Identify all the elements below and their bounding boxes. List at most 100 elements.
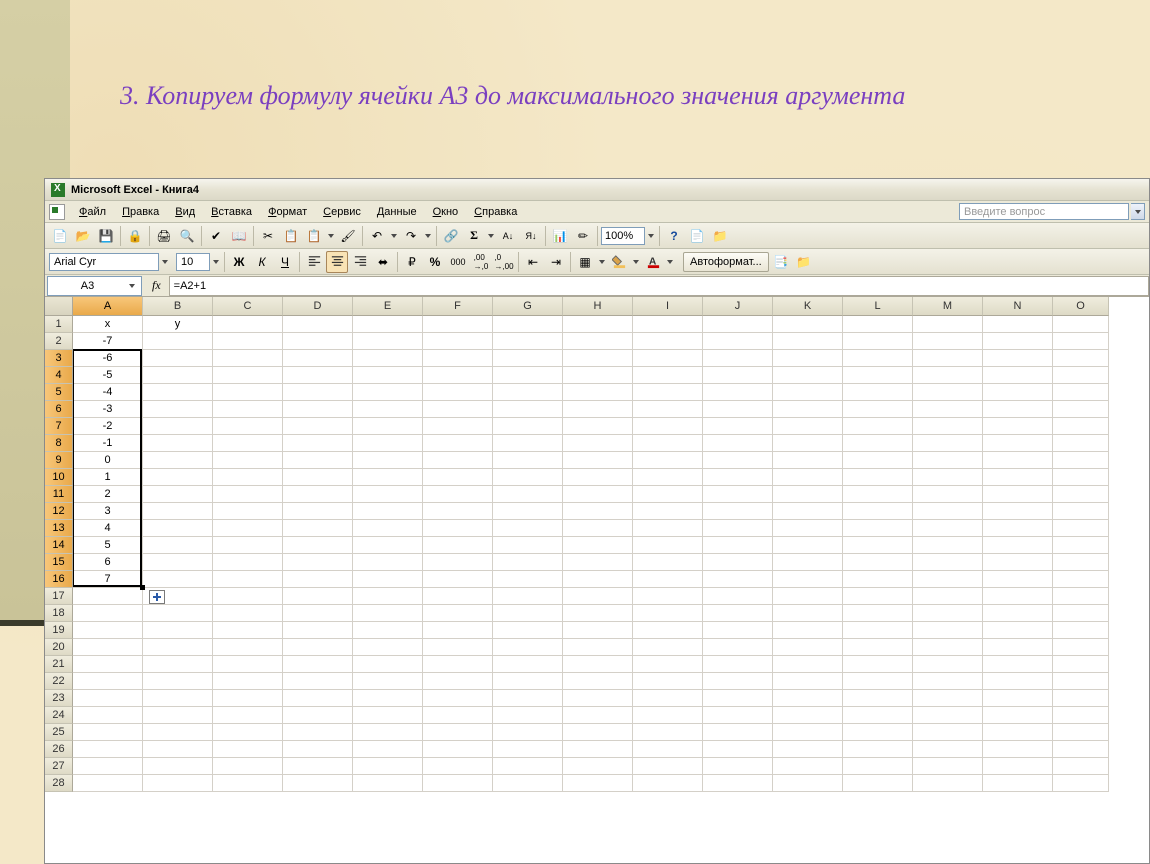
cell-N4[interactable] (983, 367, 1053, 384)
cell-A28[interactable] (73, 775, 143, 792)
cell-J3[interactable] (703, 350, 773, 367)
cell-G6[interactable] (493, 401, 563, 418)
autofill-options-icon[interactable] (149, 590, 165, 604)
cell-A15[interactable]: 6 (73, 554, 143, 571)
col-header-L[interactable]: L (843, 297, 913, 316)
cell-J1[interactable] (703, 316, 773, 333)
menu-формат[interactable]: Формат (260, 204, 315, 220)
row-header-26[interactable]: 26 (45, 741, 73, 758)
cell-A19[interactable] (73, 622, 143, 639)
cell-D20[interactable] (283, 639, 353, 656)
cell-I3[interactable] (633, 350, 703, 367)
cell-I4[interactable] (633, 367, 703, 384)
cell-E27[interactable] (353, 758, 423, 775)
cell-M25[interactable] (913, 724, 983, 741)
row-header-12[interactable]: 12 (45, 503, 73, 520)
help-button[interactable]: ? (663, 225, 685, 247)
cell-I28[interactable] (633, 775, 703, 792)
cell-M15[interactable] (913, 554, 983, 571)
cell-I17[interactable] (633, 588, 703, 605)
cell-O9[interactable] (1053, 452, 1109, 469)
cell-D28[interactable] (283, 775, 353, 792)
cell-F6[interactable] (423, 401, 493, 418)
preview-button[interactable]: 🔍 (176, 225, 198, 247)
cell-N19[interactable] (983, 622, 1053, 639)
cell-I18[interactable] (633, 605, 703, 622)
cell-D8[interactable] (283, 435, 353, 452)
cell-J21[interactable] (703, 656, 773, 673)
cell-F28[interactable] (423, 775, 493, 792)
menu-правка[interactable]: Правка (114, 204, 167, 220)
cell-O25[interactable] (1053, 724, 1109, 741)
cell-G27[interactable] (493, 758, 563, 775)
row-header-25[interactable]: 25 (45, 724, 73, 741)
underline-button[interactable]: Ч (274, 251, 296, 273)
row-header-23[interactable]: 23 (45, 690, 73, 707)
autoformat-button[interactable]: Автоформат... (683, 252, 769, 272)
cell-B26[interactable] (143, 741, 213, 758)
cell-O23[interactable] (1053, 690, 1109, 707)
cell-D6[interactable] (283, 401, 353, 418)
cell-B28[interactable] (143, 775, 213, 792)
cell-F1[interactable] (423, 316, 493, 333)
cell-M24[interactable] (913, 707, 983, 724)
cell-F14[interactable] (423, 537, 493, 554)
cell-C2[interactable] (213, 333, 283, 350)
cell-J15[interactable] (703, 554, 773, 571)
open-button[interactable]: 📂 (72, 225, 94, 247)
help-search-dropdown[interactable] (1131, 203, 1145, 220)
cell-O16[interactable] (1053, 571, 1109, 588)
cell-E26[interactable] (353, 741, 423, 758)
format-painter-button[interactable]: 🖌 (337, 225, 359, 247)
cell-G16[interactable] (493, 571, 563, 588)
cell-C10[interactable] (213, 469, 283, 486)
cell-N28[interactable] (983, 775, 1053, 792)
cell-O7[interactable] (1053, 418, 1109, 435)
cell-E16[interactable] (353, 571, 423, 588)
copy-button[interactable]: 📋 (280, 225, 302, 247)
cell-D3[interactable] (283, 350, 353, 367)
cell-B10[interactable] (143, 469, 213, 486)
col-header-E[interactable]: E (353, 297, 423, 316)
cell-O10[interactable] (1053, 469, 1109, 486)
folder-button[interactable]: 📁 (709, 225, 731, 247)
cell-D1[interactable] (283, 316, 353, 333)
col-header-F[interactable]: F (423, 297, 493, 316)
cell-H16[interactable] (563, 571, 633, 588)
cell-E19[interactable] (353, 622, 423, 639)
cell-F25[interactable] (423, 724, 493, 741)
align-center-button[interactable] (326, 251, 348, 273)
cell-G12[interactable] (493, 503, 563, 520)
cell-J16[interactable] (703, 571, 773, 588)
cell-C13[interactable] (213, 520, 283, 537)
cell-E28[interactable] (353, 775, 423, 792)
row-header-2[interactable]: 2 (45, 333, 73, 350)
cell-L28[interactable] (843, 775, 913, 792)
undo-dropdown[interactable] (389, 234, 399, 238)
cell-M11[interactable] (913, 486, 983, 503)
menu-справка[interactable]: Справка (466, 204, 525, 220)
cell-D11[interactable] (283, 486, 353, 503)
cell-M3[interactable] (913, 350, 983, 367)
cell-M20[interactable] (913, 639, 983, 656)
cell-A16[interactable]: 7 (73, 571, 143, 588)
cell-B24[interactable] (143, 707, 213, 724)
cell-F7[interactable] (423, 418, 493, 435)
cell-J17[interactable] (703, 588, 773, 605)
cell-N10[interactable] (983, 469, 1053, 486)
cell-C3[interactable] (213, 350, 283, 367)
cell-G17[interactable] (493, 588, 563, 605)
cell-N27[interactable] (983, 758, 1053, 775)
cell-K7[interactable] (773, 418, 843, 435)
spelling-button[interactable]: ✔ (205, 225, 227, 247)
formula-bar[interactable]: =A2+1 (169, 276, 1149, 296)
cell-B1[interactable]: y (143, 316, 213, 333)
name-box[interactable]: A3 (47, 276, 142, 296)
cell-D25[interactable] (283, 724, 353, 741)
cell-H11[interactable] (563, 486, 633, 503)
fill-color-dropdown[interactable] (631, 260, 641, 264)
sort-asc-button[interactable]: A↓ (497, 225, 519, 247)
paste-button[interactable]: 📋 (303, 225, 325, 247)
menu-файл[interactable]: Файл (71, 204, 114, 220)
cell-L23[interactable] (843, 690, 913, 707)
